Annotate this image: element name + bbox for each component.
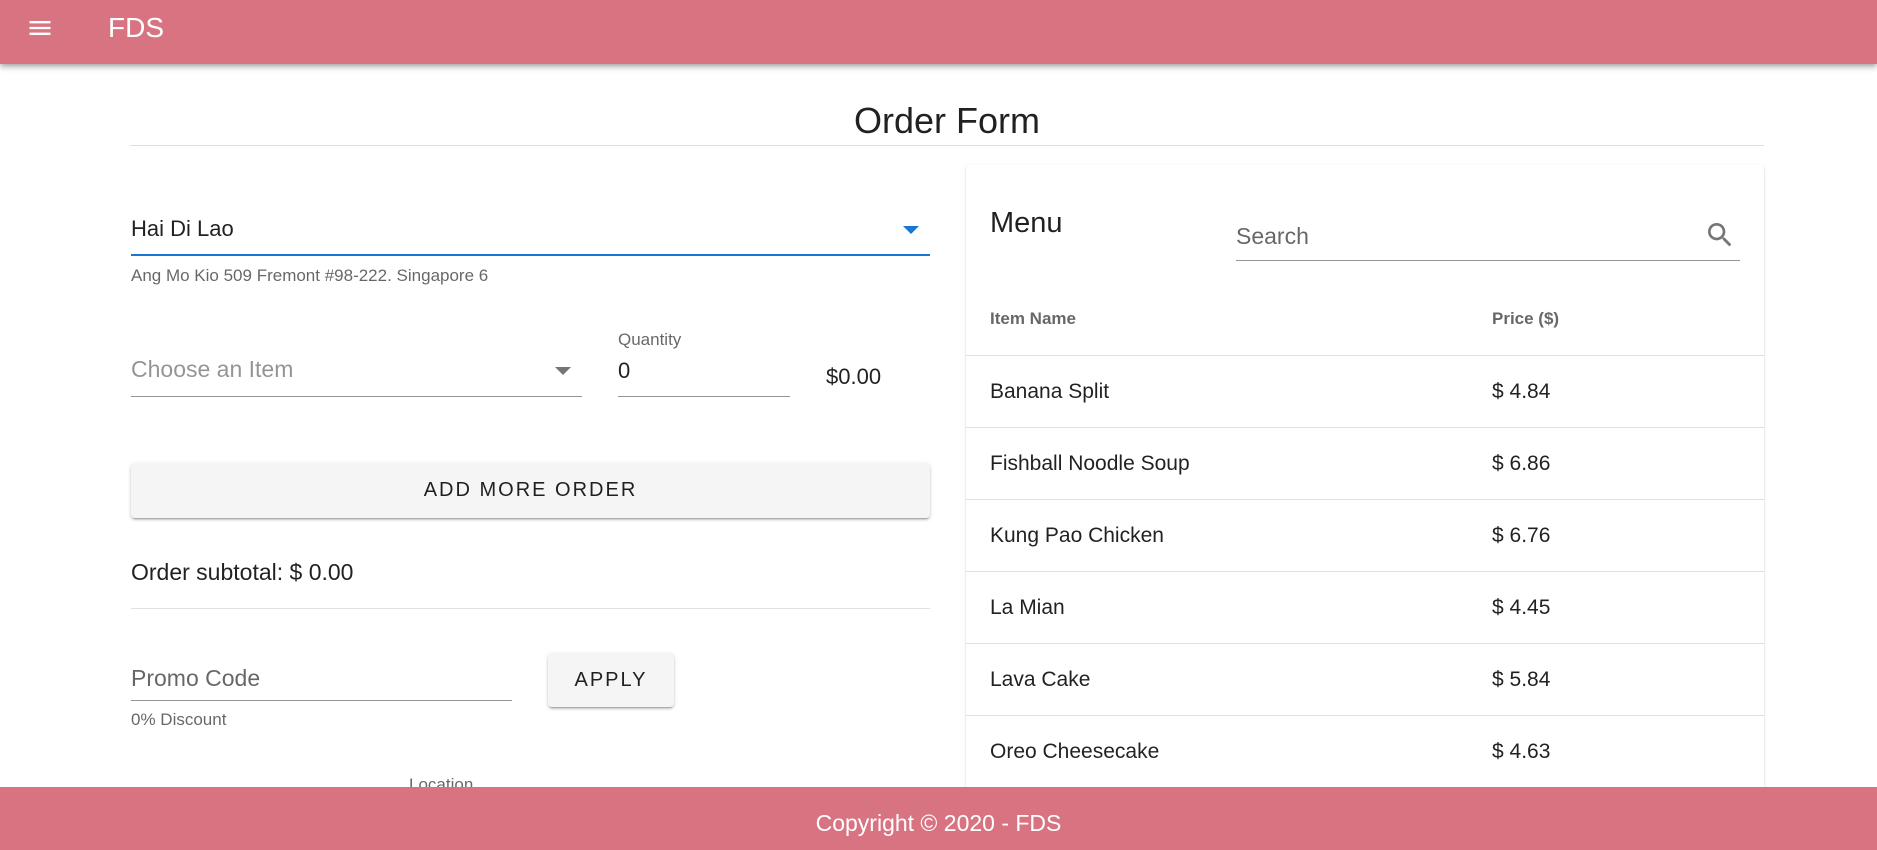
line-price: $0.00 [826, 364, 882, 389]
column-header-price[interactable]: Price ($) [1492, 309, 1559, 329]
promo-code-underline [131, 700, 512, 701]
menu-search-input[interactable] [1236, 219, 1696, 253]
quantity-label: Quantity [618, 330, 682, 349]
promo-code-input[interactable] [131, 660, 512, 696]
footer: Copyright © 2020 - FDS [0, 787, 1877, 850]
subtotal-divider [131, 608, 930, 609]
item-price-cell: $ 5.84 [1492, 668, 1551, 691]
item-name-cell: Fishball Noodle Soup [990, 452, 1190, 475]
menu-title: Menu [990, 207, 1063, 239]
item-name-cell: Lava Cake [990, 668, 1091, 691]
menu-button[interactable] [16, 8, 64, 48]
item-price-cell: $ 4.45 [1492, 596, 1551, 619]
item-price-cell: $ 6.76 [1492, 524, 1551, 547]
item-name-cell: Banana Split [990, 380, 1110, 403]
discount-text: 0% Discount [131, 710, 227, 729]
item-name-cell: Kung Pao Chicken [990, 524, 1164, 547]
item-name-cell: La Mian [990, 596, 1065, 619]
column-header-item-name[interactable]: Item Name [990, 309, 1076, 329]
item-price-cell: $ 4.84 [1492, 380, 1551, 403]
table-row[interactable]: Oreo Cheesecake $ 4.63 [966, 715, 1764, 787]
menu-icon [29, 21, 51, 35]
menu-card: Menu Item Name Price ($) Banana Split $ … [966, 165, 1764, 805]
page-title: Order Form [853, 100, 1040, 141]
footer-copyright: Copyright © 2020 - FDS [815, 810, 1062, 836]
quantity-input[interactable]: 0 [618, 358, 630, 384]
item-price-cell: $ 6.86 [1492, 452, 1551, 475]
app-title: FDS [108, 12, 164, 43]
search-underline [1236, 260, 1740, 261]
chevron-down-icon [903, 226, 919, 234]
restaurant-address: Ang Mo Kio 509 Fremont #98-222. Singapor… [131, 266, 489, 285]
apply-promo-button[interactable]: APPLY [548, 653, 674, 707]
table-row[interactable]: Fishball Noodle Soup $ 6.86 [966, 427, 1764, 499]
table-row[interactable]: Banana Split $ 4.84 [966, 355, 1764, 427]
item-name-cell: Oreo Cheesecake [990, 740, 1160, 763]
table-row[interactable]: La Mian $ 4.45 [966, 571, 1764, 643]
item-price-cell: $ 4.63 [1492, 740, 1551, 763]
item-select-underline [131, 396, 582, 397]
restaurant-select-underline [131, 254, 930, 256]
add-more-order-button[interactable]: ADD MORE ORDER [131, 463, 930, 518]
restaurant-select-value: Hai Di Lao [131, 216, 234, 241]
table-row[interactable]: Kung Pao Chicken $ 6.76 [966, 499, 1764, 571]
quantity-underline [618, 396, 790, 397]
order-subtotal: Order subtotal: $ 0.00 [131, 559, 354, 585]
app-bar: FDS [0, 0, 1877, 64]
search-icon[interactable] [1704, 219, 1736, 251]
item-select-placeholder: Choose an Item [131, 356, 294, 382]
table-row[interactable]: Lava Cake $ 5.84 [966, 643, 1764, 715]
chevron-down-icon [555, 367, 571, 375]
title-divider [130, 145, 1764, 146]
